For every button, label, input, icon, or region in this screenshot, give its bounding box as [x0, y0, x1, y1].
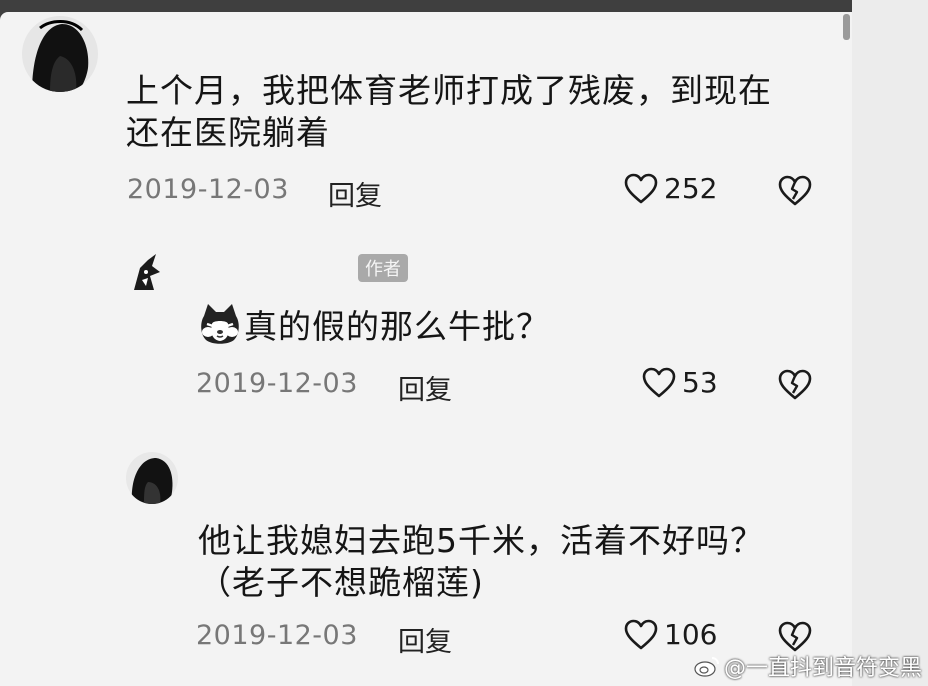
reply-button[interactable]: 回复 — [398, 368, 452, 407]
comment-text: 真的假的那么牛批？ — [244, 307, 550, 346]
broken-heart-icon — [778, 175, 812, 206]
broken-heart-icon — [778, 369, 812, 400]
author-badge: 作者 — [358, 254, 408, 282]
like-button[interactable]: 106 — [624, 618, 717, 651]
comment-text: 上个月，我把体育老师打成了残废，到现在 还在医院躺着 — [126, 71, 772, 152]
dislike-button[interactable] — [778, 175, 812, 211]
broken-heart-icon — [778, 621, 812, 652]
right-edge — [852, 0, 928, 686]
weibo-logo-icon — [694, 657, 719, 677]
reply-button[interactable]: 回复 — [398, 620, 452, 659]
like-count: 106 — [664, 618, 718, 651]
comment-date: 2019-12-03 — [196, 368, 358, 399]
dislike-button[interactable] — [778, 369, 812, 405]
like-button[interactable]: 252 — [624, 172, 717, 205]
reply-button[interactable]: 回复 — [328, 174, 382, 213]
author-avatar[interactable] — [126, 250, 170, 294]
comment-date: 2019-12-03 — [196, 620, 358, 651]
heart-outline-icon — [624, 173, 658, 203]
heart-outline-icon — [642, 367, 676, 397]
watermark: @一直抖到音符变黑 — [694, 650, 922, 682]
comment-panel: 上个月，我把体育老师打成了残废，到现在 还在医院躺着 2019-12-03 回复… — [0, 12, 852, 686]
watermark-text: @一直抖到音符变黑 — [723, 656, 922, 681]
like-button[interactable]: 53 — [642, 366, 718, 399]
user-avatar[interactable] — [126, 452, 178, 504]
comment-date: 2019-12-03 — [127, 174, 289, 205]
scrollbar-thumb[interactable] — [843, 14, 850, 40]
heart-outline-icon — [624, 619, 658, 649]
like-count: 53 — [682, 366, 718, 399]
user-avatar[interactable] — [22, 16, 98, 92]
like-count: 252 — [664, 172, 718, 205]
comment-text: 他让我媳妇去跑5千米，活着不好吗？ （老子不想跪榴莲) — [198, 521, 764, 602]
cat-face-emoji — [198, 302, 242, 350]
